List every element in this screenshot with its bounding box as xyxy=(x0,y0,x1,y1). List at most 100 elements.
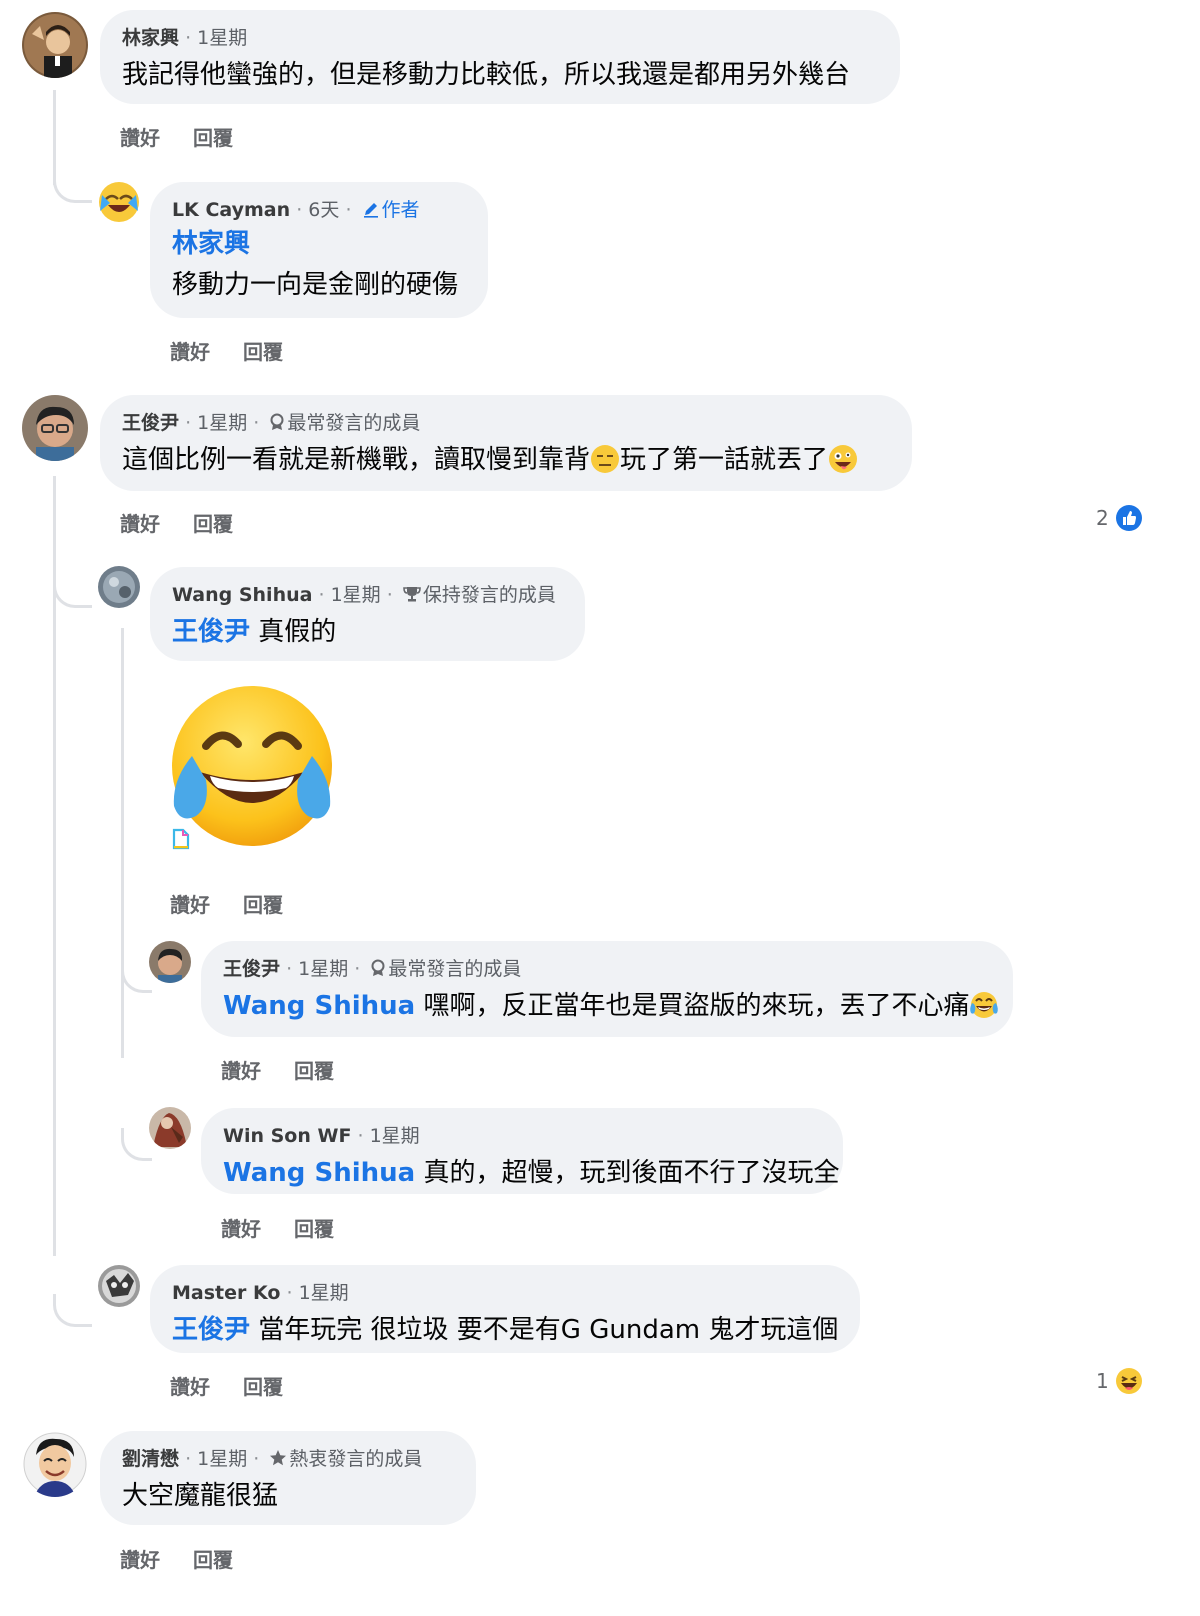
member-badge: 最常發言的成員 xyxy=(287,412,421,434)
comment-bubble: 林家興 · 1星期 我記得他蠻強的，但是移動力比較低，所以我還是都用另外幾台 xyxy=(100,10,900,104)
comment-text: 王俊尹 當年玩完 很垃圾 要不是有G Gundam 鬼才玩這個 xyxy=(172,1315,839,1345)
comment-bubble: 劉清懋 · 1星期 · 熱衷發言的成員 大空魔龍很猛 xyxy=(100,1431,476,1525)
like-button[interactable]: 讚好 xyxy=(170,340,210,364)
member-badge-icon xyxy=(370,957,386,985)
comment-text: Wang Shihua 真的，超慢，玩到後面不行了沒玩全 xyxy=(223,1158,840,1188)
comment-actions: 讚好 回覆 xyxy=(221,1055,360,1084)
author-name[interactable]: Wang Shihua xyxy=(172,584,312,606)
comment-bubble: Win Son WF · 1星期 Wang Shihua 真的，超慢，玩到後面不… xyxy=(201,1108,843,1194)
member-badge: 熱衷發言的成員 xyxy=(289,1448,423,1470)
avatar[interactable] xyxy=(98,1265,140,1307)
timestamp[interactable]: 6天 xyxy=(308,199,339,221)
zany-face-emoji-icon xyxy=(828,444,858,474)
laughing-tears-emoji[interactable] xyxy=(166,684,338,856)
thread-connector xyxy=(53,575,92,608)
author-name[interactable]: 劉清懋 xyxy=(122,1448,179,1470)
like-button[interactable]: 讚好 xyxy=(221,1059,261,1083)
author-name[interactable]: 王俊尹 xyxy=(223,958,280,980)
comment-text: 王俊尹 真假的 xyxy=(172,617,337,647)
avatar[interactable] xyxy=(149,941,191,983)
comment-actions: 讚好 回覆 xyxy=(170,1371,309,1400)
avatar[interactable] xyxy=(98,181,140,223)
avatar[interactable] xyxy=(22,395,88,461)
mention-link[interactable]: 王俊尹 xyxy=(172,1315,250,1345)
comment-actions: 讚好 回覆 xyxy=(120,508,259,537)
comment-meta: 劉清懋 · 1星期 · 熱衷發言的成員 xyxy=(122,1445,454,1473)
comment-actions: 讚好 回覆 xyxy=(120,1544,259,1573)
mention-link[interactable]: 林家興 xyxy=(172,224,466,264)
comment-meta: Wang Shihua · 1星期 · 保持發言的成員 xyxy=(172,581,563,609)
author-badge: 作者 xyxy=(381,199,420,221)
like-button[interactable]: 讚好 xyxy=(221,1217,261,1241)
thread-connector xyxy=(53,170,92,203)
comment-thread: 林家興 · 1星期 我記得他蠻強的，但是移動力比較低，所以我還是都用另外幾台 讚… xyxy=(0,0,1200,1616)
reply-button[interactable]: 回覆 xyxy=(294,1217,334,1241)
comment-text: 移動力一向是金剛的硬傷 xyxy=(172,270,459,300)
avatar[interactable] xyxy=(22,1431,88,1497)
author-name[interactable]: LK Cayman xyxy=(172,199,290,221)
thread-line xyxy=(121,628,124,1058)
trophy-icon xyxy=(403,583,421,611)
like-button[interactable]: 讚好 xyxy=(120,1548,160,1572)
comment-actions: 讚好 回覆 xyxy=(170,336,309,365)
star-icon xyxy=(269,1447,287,1475)
mention-link[interactable]: Wang Shihua xyxy=(223,1158,415,1188)
avatar[interactable] xyxy=(98,566,140,608)
reaction-count: 1 xyxy=(1096,1369,1109,1393)
comment-text: 這個比例一看就是新機戰，讀取慢到靠背 玩了第一話就丟了 xyxy=(122,439,890,481)
comment-bubble: Master Ko · 1星期 王俊尹 當年玩完 很垃圾 要不是有G Gunda… xyxy=(150,1265,860,1353)
author-name[interactable]: 林家興 xyxy=(122,27,179,49)
comment-bubble: 王俊尹 · 1星期 · 最常發言的成員 這個比例一看就是新機戰，讀取慢到靠背 玩了… xyxy=(100,395,912,491)
timestamp[interactable]: 1星期 xyxy=(197,412,247,434)
laughing-tears-emoji-icon xyxy=(969,990,999,1020)
comment-actions: 讚好 回覆 xyxy=(120,122,259,151)
reply-button[interactable]: 回覆 xyxy=(193,512,233,536)
file-icon xyxy=(172,828,190,850)
comment-meta: 林家興 · 1星期 xyxy=(122,27,248,49)
pencil-icon xyxy=(362,198,380,226)
avatar[interactable] xyxy=(22,12,88,78)
reply-button[interactable]: 回覆 xyxy=(243,340,283,364)
comment-actions: 讚好 回覆 xyxy=(170,889,309,918)
timestamp[interactable]: 1星期 xyxy=(298,958,348,980)
author-name[interactable]: Master Ko xyxy=(172,1282,280,1304)
timestamp[interactable]: 1星期 xyxy=(370,1125,420,1147)
like-button[interactable]: 讚好 xyxy=(120,126,160,150)
thread-connector xyxy=(53,1294,92,1327)
thread-connector xyxy=(121,960,152,993)
comment-meta: Win Son WF · 1星期 xyxy=(223,1125,420,1147)
comment-meta: LK Cayman · 6天 · 作者 xyxy=(172,196,466,224)
reaction-summary[interactable]: 1 xyxy=(1096,1367,1143,1395)
timestamp[interactable]: 1星期 xyxy=(197,27,247,49)
reaction-summary[interactable]: 2 xyxy=(1096,504,1143,532)
mention-link[interactable]: 王俊尹 xyxy=(172,617,250,647)
avatar[interactable] xyxy=(149,1107,191,1149)
member-badge-icon xyxy=(269,411,285,439)
like-button[interactable]: 讚好 xyxy=(170,1375,210,1399)
timestamp[interactable]: 1星期 xyxy=(331,584,381,606)
comment-meta: 王俊尹 · 1星期 · 最常發言的成員 xyxy=(223,955,991,983)
reply-button[interactable]: 回覆 xyxy=(193,126,233,150)
reaction-count: 2 xyxy=(1096,506,1109,530)
reply-button[interactable]: 回覆 xyxy=(294,1059,334,1083)
like-button[interactable]: 讚好 xyxy=(120,512,160,536)
author-name[interactable]: 王俊尹 xyxy=(122,412,179,434)
author-name[interactable]: Win Son WF xyxy=(223,1125,351,1147)
comment-meta: 王俊尹 · 1星期 · 最常發言的成員 xyxy=(122,409,890,437)
reply-button[interactable]: 回覆 xyxy=(193,1548,233,1572)
timestamp[interactable]: 1星期 xyxy=(299,1282,349,1304)
comment-actions: 讚好 回覆 xyxy=(221,1213,360,1242)
comment-text: 我記得他蠻強的，但是移動力比較低，所以我還是都用另外幾台 xyxy=(122,60,851,90)
timestamp[interactable]: 1星期 xyxy=(197,1448,247,1470)
like-button[interactable]: 讚好 xyxy=(170,893,210,917)
comment-bubble: 王俊尹 · 1星期 · 最常發言的成員 Wang Shihua 嘿啊，反正當年也… xyxy=(201,941,1013,1037)
haha-icon xyxy=(1115,1367,1143,1395)
thread-connector xyxy=(121,1128,152,1161)
member-badge: 最常發言的成員 xyxy=(388,958,522,980)
comment-text: Wang Shihua 嘿啊，反正當年也是買盜版的來玩，丟了不心痛 xyxy=(223,985,999,1027)
comment-meta: Master Ko · 1星期 xyxy=(172,1282,349,1304)
reply-button[interactable]: 回覆 xyxy=(243,1375,283,1399)
expressionless-emoji-icon xyxy=(590,444,620,474)
reply-button[interactable]: 回覆 xyxy=(243,893,283,917)
mention-link[interactable]: Wang Shihua xyxy=(223,991,415,1021)
